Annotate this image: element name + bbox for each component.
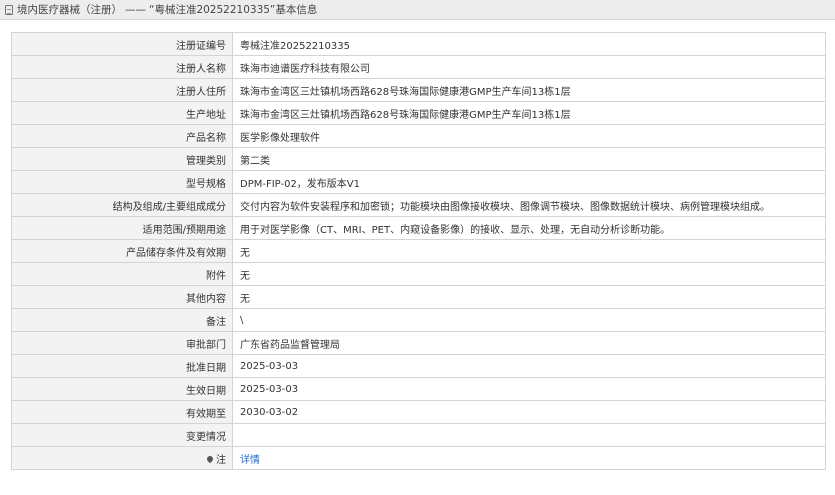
row-label: 附件 bbox=[11, 262, 233, 286]
row-label: 管理类别 bbox=[11, 147, 233, 171]
row-label: 批准日期 bbox=[11, 354, 233, 378]
row-value: 交付内容为软件安装程序和加密锁；功能模块由图像接收模块、图像调节模块、图像数据统… bbox=[232, 193, 826, 217]
table-row: 生产地址 珠海市金湾区三灶镇机场西路628号珠海国际健康港GMP生产车间13栋1层 bbox=[11, 101, 826, 125]
row-value: 2030-03-02 bbox=[232, 400, 826, 424]
page-header: 境内医疗器械（注册） —— “粤械注准20252210335”基本信息 bbox=[0, 0, 835, 20]
note-row: 注 详情 bbox=[11, 446, 826, 470]
table-row: 结构及组成/主要组成成分 交付内容为软件安装程序和加密锁；功能模块由图像接收模块、… bbox=[11, 193, 826, 217]
row-value: 第二类 bbox=[232, 147, 826, 171]
table-row: 适用范围/预期用途 用于对医学影像（CT、MRI、PET、内窥设备影像）的接收、显… bbox=[11, 216, 826, 240]
header-category: 境内医疗器械（注册） bbox=[17, 4, 122, 16]
row-label: 审批部门 bbox=[11, 331, 233, 355]
table-row: 备注 \ bbox=[11, 308, 826, 332]
row-label: 适用范围/预期用途 bbox=[11, 216, 233, 240]
table-row: 生效日期 2025-03-03 bbox=[11, 377, 826, 401]
row-value: 用于对医学影像（CT、MRI、PET、内窥设备影像）的接收、显示、处理，无自动分… bbox=[232, 216, 826, 240]
table-row: 管理类别 第二类 bbox=[11, 147, 826, 171]
row-value: 无 bbox=[232, 285, 826, 309]
table-row: 变更情况 bbox=[11, 423, 826, 447]
row-label: 生产地址 bbox=[11, 101, 233, 125]
row-value: DPM-FIP-02，发布版本V1 bbox=[232, 170, 826, 194]
table-row: 注册人住所 珠海市金湾区三灶镇机场西路628号珠海国际健康港GMP生产车间13栋1… bbox=[11, 78, 826, 102]
table-row: 产品储存条件及有效期无 bbox=[11, 239, 826, 263]
table-row: 审批部门 广东省药品监督管理局 bbox=[11, 331, 826, 355]
row-value: 无 bbox=[232, 262, 826, 286]
row-value: \ bbox=[232, 308, 826, 332]
row-label: 产品储存条件及有效期 bbox=[11, 239, 233, 263]
row-value bbox=[232, 423, 826, 447]
row-label: 型号规格 bbox=[11, 170, 233, 194]
document-icon bbox=[5, 4, 13, 15]
row-value: 2025-03-03 bbox=[232, 377, 826, 401]
table-row: 批准日期 2025-03-03 bbox=[11, 354, 826, 378]
note-label: 注 bbox=[216, 454, 226, 466]
table-row: 有效期至 2030-03-02 bbox=[11, 400, 826, 424]
table-row: 其他内容无 bbox=[11, 285, 826, 309]
table-row: 注册证编号 粤械注准20252210335 bbox=[11, 32, 826, 56]
row-value: 广东省药品监督管理局 bbox=[232, 331, 826, 355]
note-label-cell: 注 bbox=[11, 446, 233, 470]
row-value: 珠海市金湾区三灶镇机场西路628号珠海国际健康港GMP生产车间13栋1层 bbox=[232, 101, 826, 125]
table-row: 型号规格 DPM-FIP-02，发布版本V1 bbox=[11, 170, 826, 194]
row-label: 产品名称 bbox=[11, 124, 233, 148]
row-value: 无 bbox=[232, 239, 826, 263]
note-value-cell: 详情 bbox=[232, 446, 826, 470]
header-separator: —— bbox=[125, 3, 146, 16]
row-label: 备注 bbox=[11, 308, 233, 332]
row-value: 粤械注准20252210335 bbox=[232, 32, 826, 56]
row-value: 医学影像处理软件 bbox=[232, 124, 826, 148]
detail-link[interactable]: 详情 bbox=[240, 455, 260, 466]
row-label: 其他内容 bbox=[11, 285, 233, 309]
row-value: 珠海市金湾区三灶镇机场西路628号珠海国际健康港GMP生产车间13栋1层 bbox=[232, 78, 826, 102]
row-value: 珠海市迪谱医疗科技有限公司 bbox=[232, 55, 826, 79]
row-label: 变更情况 bbox=[11, 423, 233, 447]
row-value: 2025-03-03 bbox=[232, 354, 826, 378]
table-row: 产品名称 医学影像处理软件 bbox=[11, 124, 826, 148]
row-label: 生效日期 bbox=[11, 377, 233, 401]
row-label: 注册人住所 bbox=[11, 78, 233, 102]
row-label: 注册人名称 bbox=[11, 55, 233, 79]
row-label: 有效期至 bbox=[11, 400, 233, 424]
row-label: 结构及组成/主要组成成分 bbox=[11, 193, 233, 217]
table-row: 附件无 bbox=[11, 262, 826, 286]
row-label: 注册证编号 bbox=[11, 32, 233, 56]
header-title: “粤械注准20252210335”基本信息 bbox=[149, 4, 318, 16]
registration-info-table: 注册证编号 粤械注准20252210335 注册人名称 珠海市迪谱医疗科技有限公司 … bbox=[11, 32, 826, 470]
table-row: 注册人名称 珠海市迪谱医疗科技有限公司 bbox=[11, 55, 826, 79]
pin-icon bbox=[205, 454, 215, 463]
